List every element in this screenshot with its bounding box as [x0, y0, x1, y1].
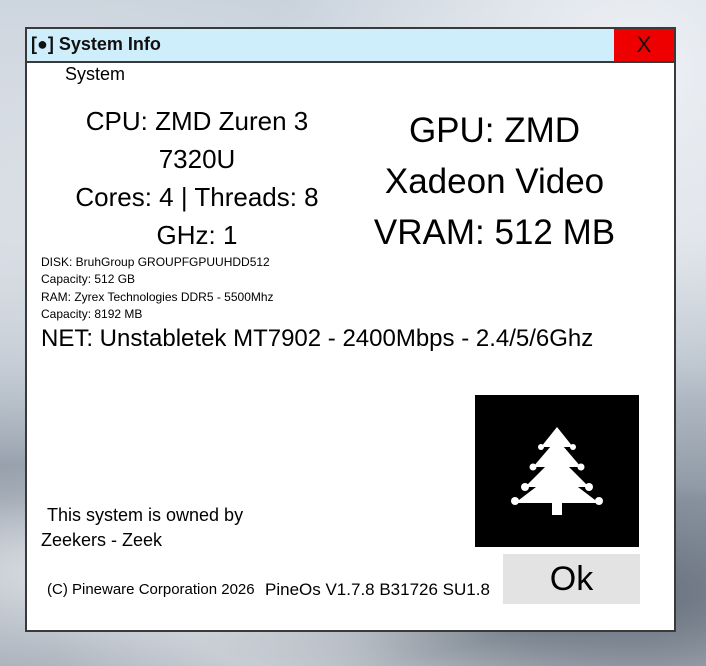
window-title: [●] System Info — [31, 34, 161, 54]
copyright-text: (C) Pineware Corporation 2026 — [47, 581, 255, 598]
pine-tree-icon — [511, 427, 603, 515]
gpu-model: Xadeon Video — [384, 162, 605, 201]
disk-capacity: Capacity: 512 GB — [41, 272, 136, 286]
net-info: NET: Unstabletek MT7902 - 2400Mbps - 2.4… — [41, 325, 594, 352]
cpu-cores-threads: Cores: 4 | Threads: 8 — [75, 182, 319, 212]
gpu-info: GPU: ZMD Xadeon Video VRAM: 512 MB — [347, 105, 642, 258]
cpu-info: CPU: ZMD Zuren 3 7320U Cores: 4 | Thread… — [57, 102, 337, 254]
version-text: PineOs V1.7.8 B31726 SU1.8 — [265, 580, 490, 599]
ram-capacity: Capacity: 8192 MB — [41, 307, 143, 321]
ok-button[interactable]: Ok — [503, 554, 640, 604]
owner-caption: This system is owned by — [47, 505, 244, 525]
section-label: System — [65, 64, 126, 84]
cpu-model: CPU: ZMD Zuren 3 — [85, 106, 309, 136]
system-info-window: [●] System Info X System CPU: ZMD Zuren … — [25, 27, 676, 632]
owner-name: Zeekers - Zeek — [41, 530, 163, 550]
ram-name: RAM: Zyrex Technologies DDR5 - 5500Mhz — [41, 290, 274, 304]
gpu-vram: VRAM: 512 MB — [373, 213, 616, 252]
pineware-logo — [475, 395, 639, 547]
title-bar[interactable]: [●] System Info X — [27, 29, 674, 63]
cpu-ghz: GHz: 1 — [156, 220, 238, 250]
close-button[interactable]: X — [614, 29, 674, 61]
disk-name: DISK: BruhGroup GROUPFGPUUHDD512 — [41, 255, 270, 269]
gpu-vendor: GPU: ZMD — [408, 111, 581, 150]
cpu-model-suffix: 7320U — [158, 144, 236, 174]
